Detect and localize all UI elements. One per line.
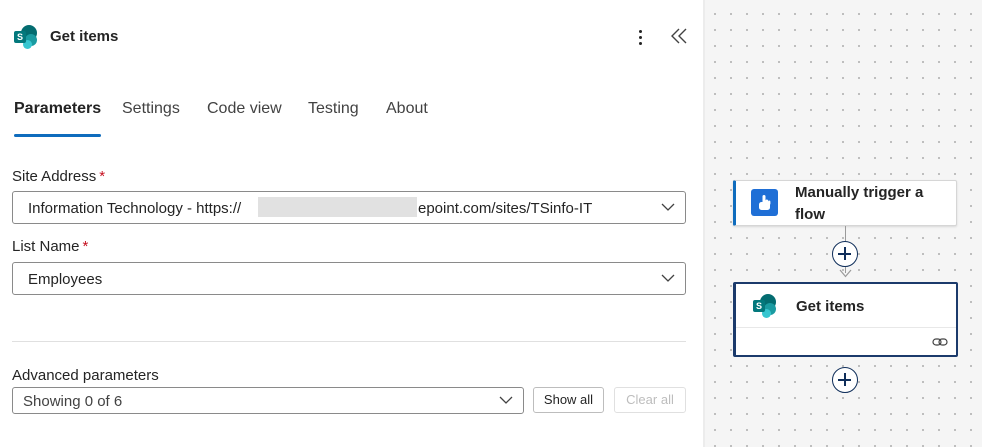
more-options-button[interactable] [630,26,650,48]
required-marker: * [99,168,106,185]
chevron-down-icon [661,203,675,211]
get-items-card-title: Get items [796,298,865,315]
redacted-url-segment [258,197,417,217]
double-chevron-left-icon [671,28,687,44]
trigger-card-title: Manually trigger a flow [795,184,924,223]
site-address-value: Information Technology - https:// [28,200,242,217]
site-address-value-suffix: epoint.com/sites/TSinfo-IT [418,200,593,217]
collapse-panel-button[interactable] [668,24,692,48]
list-name-label-text: List Name [12,238,80,255]
advanced-parameters-value: Showing 0 of 6 [23,393,123,410]
list-name-dropdown[interactable]: Employees [12,262,686,295]
site-address-label-text: Site Address [12,168,97,185]
tab-settings[interactable]: Settings [122,100,180,138]
link-icon [932,338,948,346]
sharepoint-icon: S [753,294,777,318]
sharepoint-icon: S [14,25,38,49]
advanced-parameters-dropdown[interactable]: Showing 0 of 6 [12,387,524,414]
clear-all-button[interactable]: Clear all [614,387,686,413]
more-vertical-icon [639,30,642,33]
section-divider [12,341,686,342]
tab-code-view[interactable]: Code view [207,100,282,138]
panel-header: S Get items [0,0,703,72]
tab-testing[interactable]: Testing [308,100,359,138]
list-name-value: Employees [28,271,103,288]
chevron-down-icon [661,274,675,282]
touch-hand-icon [751,189,778,216]
arrow-down-icon [839,269,852,278]
tab-about[interactable]: About [386,100,428,138]
panel-title: Get items [50,28,119,45]
advanced-parameters-label: Advanced parameters [12,367,159,384]
required-marker: * [82,238,89,255]
card-divider [736,327,956,328]
insert-step-button[interactable] [832,241,858,267]
get-items-card[interactable]: S Get items [733,282,958,357]
chevron-down-icon [499,396,513,404]
panel-splitter[interactable] [703,0,705,447]
list-name-label: List Name * [12,238,88,255]
trigger-card[interactable]: Manually trigger a flow [733,180,957,226]
action-details-panel: S Get items Parameters Settings Code vie… [0,0,703,447]
add-new-step-button[interactable] [832,367,858,393]
site-address-label: Site Address * [12,168,105,185]
show-all-button[interactable]: Show all [533,387,604,413]
tab-parameters[interactable]: Parameters [14,100,102,138]
